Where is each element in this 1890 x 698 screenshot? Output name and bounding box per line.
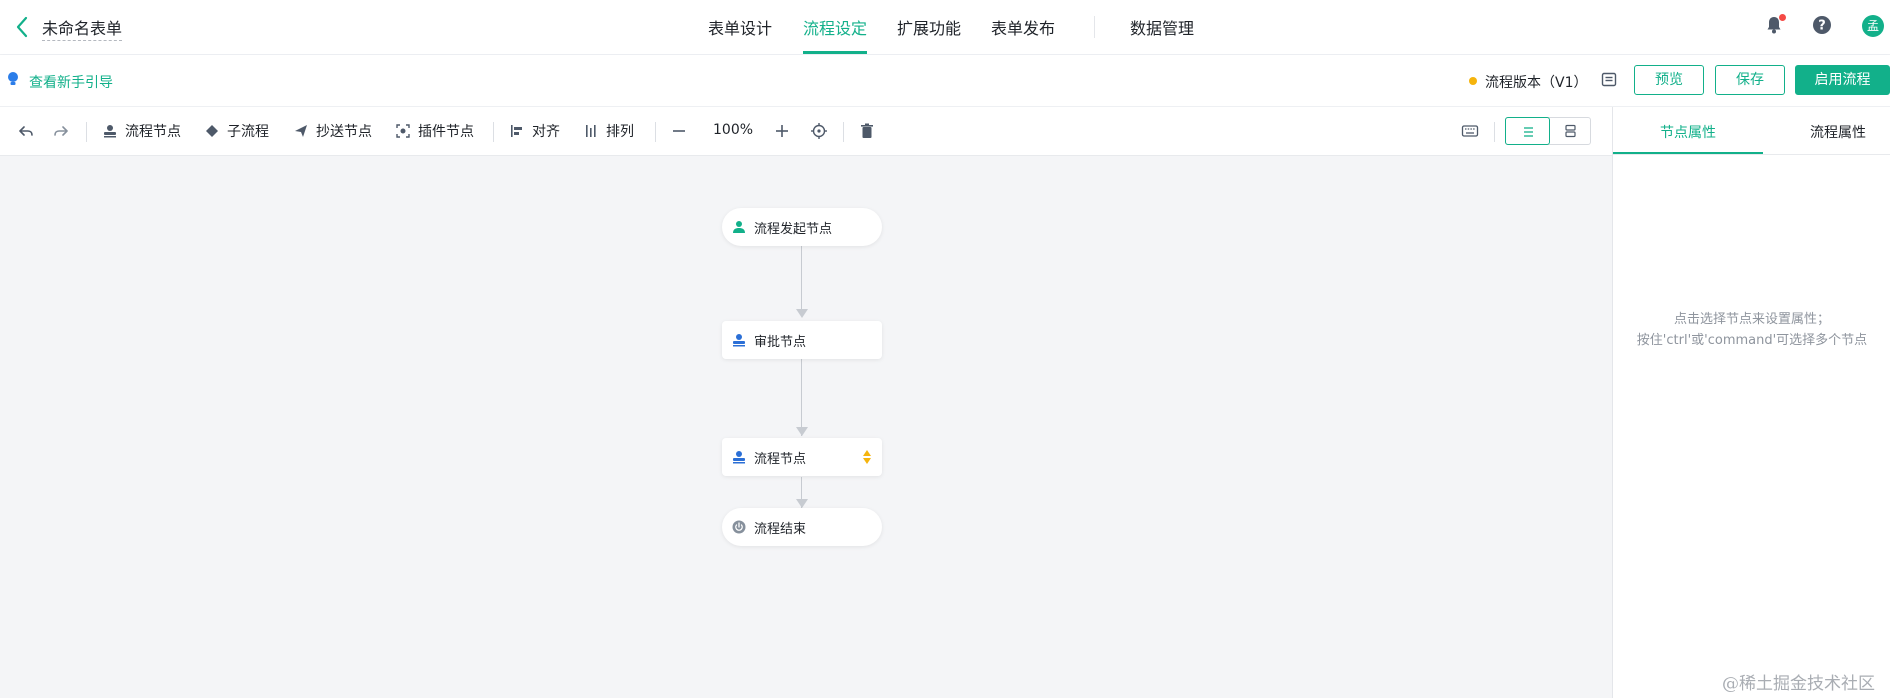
list-view-option[interactable] xyxy=(1505,117,1550,145)
add-flow-node-button[interactable]: 流程节点 xyxy=(103,121,181,141)
action-bar: 查看新手引导 流程版本（V1） 预览 保存 启用流程 xyxy=(0,55,1890,107)
edge-arrow xyxy=(796,309,808,318)
toolbar-separator xyxy=(843,122,844,142)
tab-flow-settings[interactable]: 流程设定 xyxy=(803,15,867,39)
svg-text:?: ? xyxy=(1818,19,1826,34)
panel-hint: 点击选择节点来设置属性； xyxy=(1673,312,1830,327)
tab-extensions[interactable]: 扩展功能 xyxy=(897,15,961,39)
edge-arrow xyxy=(796,499,808,508)
edge-arrow xyxy=(796,427,808,436)
zoom-level: 100% xyxy=(713,122,754,138)
user-icon xyxy=(733,221,745,233)
sort-handle-icon[interactable] xyxy=(862,449,872,465)
beginner-guide-link[interactable]: 查看新手引导 xyxy=(29,72,113,92)
tab-flow-properties[interactable]: 流程属性 xyxy=(1810,122,1866,142)
panel-divider xyxy=(1613,154,1890,155)
tab-form-design[interactable]: 表单设计 xyxy=(708,15,772,39)
save-button[interactable]: 保存 xyxy=(1715,65,1785,95)
diamond-icon xyxy=(206,125,218,137)
node-end[interactable]: 流程结束 xyxy=(722,508,882,546)
add-plugin-node-button[interactable]: 插件节点 xyxy=(396,121,474,141)
toolbar-separator xyxy=(493,122,494,142)
node-flow[interactable]: 流程节点 xyxy=(722,438,882,476)
view-mode-toggle xyxy=(1505,117,1591,145)
list-view-icon xyxy=(1524,127,1533,137)
flow-version-label[interactable]: 流程版本（V1） xyxy=(1485,72,1587,92)
stamp-icon xyxy=(733,334,745,347)
add-cc-node-button[interactable]: 抄送节点 xyxy=(294,121,372,141)
plugin-node-label: 插件节点 xyxy=(418,124,474,140)
arrange-icon xyxy=(586,125,596,137)
edge-line xyxy=(801,246,802,310)
avatar[interactable]: 孟 xyxy=(1862,15,1884,37)
version-history-icon[interactable] xyxy=(1600,71,1618,89)
arrange-button[interactable]: 排列 xyxy=(584,121,634,141)
enable-flow-button[interactable]: 启用流程 xyxy=(1795,65,1890,95)
zoom-in-icon[interactable] xyxy=(773,122,791,140)
power-icon xyxy=(732,520,746,534)
node-label: 流程发起节点 xyxy=(754,221,833,237)
tab-form-publish[interactable]: 表单发布 xyxy=(991,15,1055,39)
toolbar-separator xyxy=(655,122,656,142)
align-left-icon xyxy=(511,125,522,137)
node-start[interactable]: 流程发起节点 xyxy=(722,208,882,246)
node-label: 流程节点 xyxy=(754,451,807,467)
version-status-dot xyxy=(1469,77,1477,85)
lightbulb-icon xyxy=(8,72,18,85)
tab-node-properties[interactable]: 节点属性 xyxy=(1660,122,1716,142)
subflow-label: 子流程 xyxy=(227,124,269,140)
node-approval[interactable]: 审批节点 xyxy=(722,321,882,359)
panel-hint: 按住'ctrl'或'command'可选择多个节点 xyxy=(1636,333,1868,348)
keyboard-icon[interactable] xyxy=(1461,122,1479,140)
nav-divider xyxy=(1094,16,1095,38)
plugin-icon xyxy=(396,124,410,138)
back-arrow-icon[interactable] xyxy=(10,12,34,42)
undo-icon[interactable] xyxy=(17,122,35,140)
add-subflow-button[interactable]: 子流程 xyxy=(205,121,269,141)
zoom-out-icon[interactable] xyxy=(670,122,688,140)
card-view-option[interactable] xyxy=(1549,118,1592,144)
send-icon xyxy=(295,125,307,137)
canvas-toolbar: 流程节点 子流程 抄送节点 插件节点 对齐 排列 100% xyxy=(0,107,1612,156)
node-label: 审批节点 xyxy=(754,334,807,350)
tab-data-management[interactable]: 数据管理 xyxy=(1130,15,1194,39)
stamp-icon xyxy=(733,451,745,464)
preview-button[interactable]: 预览 xyxy=(1634,65,1704,95)
toolbar-separator xyxy=(86,122,87,142)
flow-node-label: 流程节点 xyxy=(125,124,181,140)
form-name[interactable]: 未命名表单 xyxy=(42,15,123,41)
help-icon[interactable]: ? xyxy=(1811,14,1833,36)
stamp-icon xyxy=(104,125,116,138)
top-header: 未命名表单 表单设计 流程设定 扩展功能 表单发布 数据管理 ? 孟 xyxy=(0,0,1890,55)
redo-icon[interactable] xyxy=(52,122,70,140)
toolbar-separator xyxy=(1494,122,1495,142)
align-button[interactable]: 对齐 xyxy=(510,121,560,141)
watermark: @稀土掘金技术社区 xyxy=(1722,674,1875,694)
arrange-label: 排列 xyxy=(606,124,634,140)
delete-icon[interactable] xyxy=(858,122,876,140)
properties-panel: 节点属性 流程属性 点击选择节点来设置属性； 按住'ctrl'或'command… xyxy=(1612,107,1890,698)
cc-node-label: 抄送节点 xyxy=(316,124,372,140)
node-label: 流程结束 xyxy=(754,521,807,537)
align-label: 对齐 xyxy=(532,124,560,140)
edge-line xyxy=(801,359,802,436)
card-view-icon xyxy=(1565,124,1576,138)
active-tab-indicator xyxy=(803,51,867,54)
locate-center-icon[interactable] xyxy=(810,122,828,140)
notification-dot xyxy=(1779,14,1786,21)
